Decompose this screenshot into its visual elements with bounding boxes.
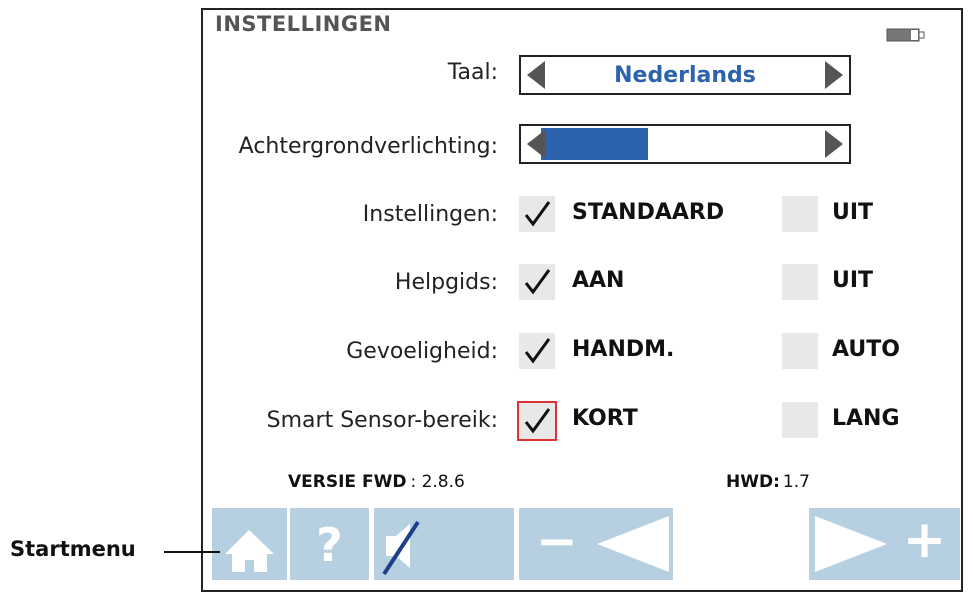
fwd-value: : 2.8.6: [410, 472, 465, 492]
checkbox-sensor-range-b[interactable]: [782, 402, 818, 438]
speaker-muted-icon: [382, 520, 420, 576]
home-button[interactable]: [212, 508, 287, 580]
option-settings-a[interactable]: STANDAARD: [572, 200, 724, 225]
option-sensitivity-b[interactable]: AUTO: [832, 337, 900, 362]
arrow-right-icon[interactable]: [811, 514, 889, 574]
mute-button[interactable]: [374, 508, 514, 580]
option-sensitivity-a[interactable]: HANDM.: [572, 337, 674, 362]
checkmark-icon: [524, 269, 551, 295]
battery-icon: [886, 28, 925, 42]
screen-title: INSTELLINGEN: [215, 12, 392, 36]
checkbox-settings-b[interactable]: [782, 196, 818, 232]
option-help-a[interactable]: AAN: [572, 268, 624, 293]
checkbox-sensitivity-b[interactable]: [782, 333, 818, 369]
callout-line: [164, 551, 220, 553]
checkbox-help-b[interactable]: [782, 264, 818, 300]
firmware-version: VERSIE FWD: 2.8.6: [288, 472, 465, 492]
checkmark-icon: [524, 408, 551, 434]
checkbox-help-a[interactable]: [519, 264, 555, 300]
arrow-left-icon[interactable]: [595, 514, 673, 574]
hwd-value: 1.7: [782, 472, 810, 492]
plus-button[interactable]: +: [889, 508, 960, 580]
backlight-level-bar: [541, 128, 648, 160]
hardware-version: HWD: 1.7: [726, 472, 810, 492]
option-settings-b[interactable]: UIT: [832, 200, 873, 225]
checkbox-settings-a[interactable]: [519, 196, 555, 232]
option-sensor-range-a[interactable]: KORT: [572, 406, 638, 431]
hwd-label: HWD:: [726, 472, 780, 492]
language-label: Taal:: [447, 60, 498, 85]
row-label-help: Helpgids:: [394, 270, 498, 295]
arrow-right-icon[interactable]: [823, 130, 845, 158]
backlight-label: Achtergrondverlichting:: [238, 134, 498, 159]
arrow-left-icon[interactable]: [525, 130, 547, 158]
option-help-b[interactable]: UIT: [832, 268, 873, 293]
home-icon: [225, 530, 274, 572]
fwd-label: VERSIE FWD: [288, 472, 407, 492]
minus-button[interactable]: −: [519, 508, 595, 580]
row-label-settings: Instellingen:: [362, 202, 498, 227]
arrow-right-icon[interactable]: [823, 61, 845, 89]
checkbox-sensitivity-a[interactable]: [519, 333, 555, 369]
callout-label: Startmenu: [10, 537, 136, 561]
backlight-selector[interactable]: [519, 124, 851, 164]
value-display: [673, 508, 809, 580]
row-label-sensitivity: Gevoeligheid:: [346, 339, 498, 364]
minus-glyph: −: [536, 512, 578, 570]
help-glyph: ?: [316, 518, 343, 572]
option-sensor-range-b[interactable]: LANG: [832, 406, 900, 431]
plus-glyph: +: [902, 510, 947, 570]
checkmark-icon: [524, 201, 551, 227]
help-button[interactable]: ?: [290, 508, 369, 580]
row-label-sensor-range: Smart Sensor-bereik:: [266, 408, 498, 433]
adjust-bar: − +: [519, 508, 960, 580]
language-value: Nederlands: [614, 62, 756, 88]
checkbox-sensor-range-a[interactable]: [517, 401, 557, 441]
checkmark-icon: [524, 338, 551, 364]
settings-screen: [201, 8, 963, 592]
language-selector[interactable]: Nederlands: [519, 55, 851, 95]
